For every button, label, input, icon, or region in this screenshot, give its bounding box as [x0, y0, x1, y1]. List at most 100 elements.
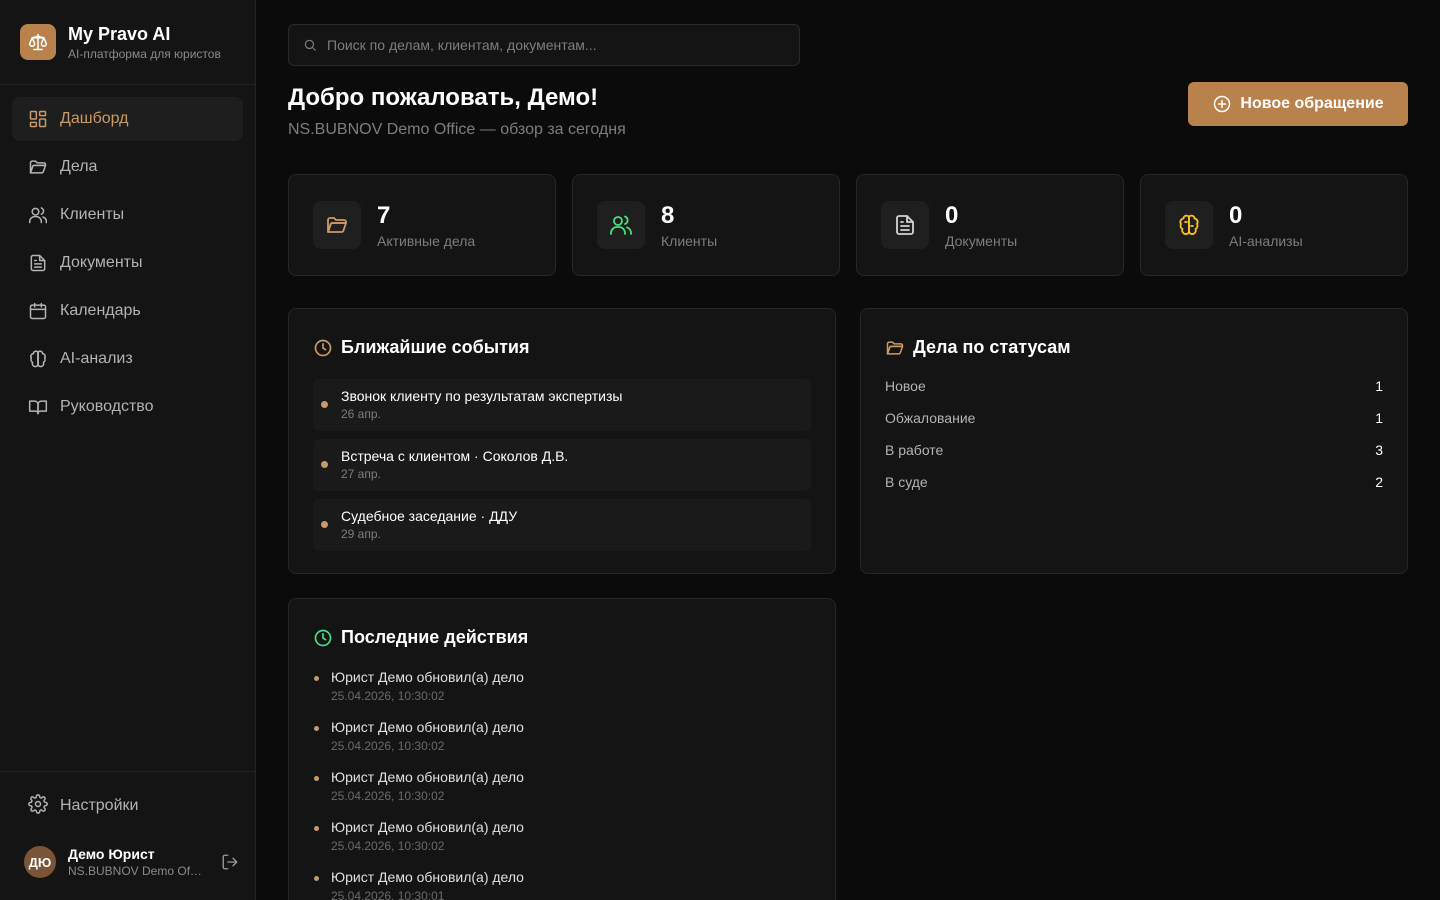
- activity-item[interactable]: Юрист Демо обновил(а) дело 25.04.2026, 1…: [313, 869, 811, 900]
- sidebar-item-cases[interactable]: Дела: [12, 145, 243, 189]
- activity-time: 25.04.2026, 10:30:02: [331, 789, 445, 803]
- event-date: 29 апр.: [341, 527, 381, 541]
- settings-label: Настройки: [60, 797, 139, 814]
- status-row[interactable]: В работе 3: [885, 442, 1383, 462]
- page-title: Добро пожаловать, Демо!: [288, 84, 599, 111]
- event-title: Звонок клиенту по результатам экспертизы: [341, 388, 623, 404]
- users-icon: [597, 201, 645, 249]
- sidebar-divider: [0, 84, 255, 85]
- event-title: Судебное заседание · ДДУ: [341, 508, 518, 524]
- avatar: ДЮ: [24, 846, 56, 878]
- new-request-label: Новое обращение: [1240, 95, 1384, 112]
- card-title: Ближайшие события: [341, 337, 530, 357]
- bullet-dot: [321, 521, 328, 528]
- document-icon: [28, 253, 48, 273]
- upcoming-events-card: Ближайшие события Звонок клиенту по резу…: [288, 308, 836, 574]
- sidebar-item-label: Дашборд: [60, 110, 129, 127]
- stat-card-clients[interactable]: 8 Клиенты: [572, 174, 840, 276]
- document-icon: [881, 201, 929, 249]
- status-count: 1: [1375, 410, 1383, 426]
- sidebar-nav: Дашборд Дела Клиенты Документы Календарь…: [12, 97, 243, 433]
- event-item[interactable]: Звонок клиенту по результатам экспертизы…: [313, 379, 811, 431]
- card-title: Последние действия: [341, 627, 529, 647]
- sidebar: My Pravo AI AI-платформа для юристов Даш…: [0, 0, 256, 900]
- event-item[interactable]: Судебное заседание · ДДУ 29 апр.: [313, 499, 811, 551]
- logout-icon[interactable]: [221, 853, 239, 871]
- bullet-dot: [321, 401, 328, 408]
- status-name: Обжалование: [885, 410, 976, 426]
- activity-title: Юрист Демо обновил(а) дело: [331, 819, 524, 835]
- brand-subtitle: AI-платформа для юристов: [68, 47, 221, 61]
- stat-label: Активные дела: [377, 233, 476, 249]
- brain-icon: [1165, 201, 1213, 249]
- calendar-icon: [28, 301, 48, 321]
- plus-circle-icon: [1212, 94, 1232, 114]
- clock-icon: [313, 338, 333, 358]
- status-row[interactable]: Обжалование 1: [885, 410, 1383, 430]
- folder-icon: [313, 201, 361, 249]
- page-subtitle: NS.BUBNOV Demo Office — обзор за сегодня: [288, 121, 626, 138]
- stat-card-documents[interactable]: 0 Документы: [856, 174, 1124, 276]
- sidebar-item-label: Документы: [60, 254, 143, 271]
- sidebar-item-label: Календарь: [60, 302, 141, 319]
- users-icon: [28, 205, 48, 225]
- sidebar-item-clients[interactable]: Клиенты: [12, 193, 243, 237]
- folder-icon: [28, 157, 48, 177]
- search-bar[interactable]: [288, 24, 800, 66]
- activity-item[interactable]: Юрист Демо обновил(а) дело 25.04.2026, 1…: [313, 669, 811, 709]
- stat-label: AI-анализы: [1229, 233, 1303, 249]
- sidebar-item-ai-analysis[interactable]: AI-анализ: [12, 337, 243, 381]
- sidebar-item-documents[interactable]: Документы: [12, 241, 243, 285]
- activity-time: 25.04.2026, 10:30:02: [331, 689, 445, 703]
- stat-card-active-cases[interactable]: 7 Активные дела: [288, 174, 556, 276]
- status-count: 2: [1375, 474, 1383, 490]
- sidebar-item-label: Дела: [60, 158, 98, 175]
- status-name: В работе: [885, 442, 944, 458]
- bullet-dot: [314, 826, 319, 831]
- activity-time: 25.04.2026, 10:30:02: [331, 739, 445, 753]
- stat-value: 0: [945, 202, 959, 229]
- event-date: 27 апр.: [341, 467, 381, 481]
- status-name: Новое: [885, 378, 926, 394]
- sidebar-item-guide[interactable]: Руководство: [12, 385, 243, 429]
- new-request-button[interactable]: Новое обращение: [1188, 82, 1408, 126]
- cases-by-status-card: Дела по статусам Новое 1 Обжалование 1 В…: [860, 308, 1408, 574]
- bullet-dot: [314, 876, 319, 881]
- event-item[interactable]: Встреча с клиентом · Соколов Д.В. 27 апр…: [313, 439, 811, 491]
- sidebar-item-calendar[interactable]: Календарь: [12, 289, 243, 333]
- recent-activity-card: Последние действия Юрист Демо обновил(а)…: [288, 598, 836, 900]
- brand-title: My Pravo AI: [68, 24, 171, 44]
- status-row[interactable]: В суде 2: [885, 474, 1383, 494]
- clock-icon: [313, 628, 333, 648]
- activity-item[interactable]: Юрист Демо обновил(а) дело 25.04.2026, 1…: [313, 769, 811, 809]
- stat-value: 7: [377, 202, 391, 229]
- activity-time: 25.04.2026, 10:30:01: [331, 889, 445, 900]
- activity-item[interactable]: Юрист Демо обновил(а) дело 25.04.2026, 1…: [313, 819, 811, 859]
- dashboard-icon: [28, 109, 48, 129]
- status-count: 3: [1375, 442, 1383, 458]
- sidebar-item-label: Клиенты: [60, 206, 125, 223]
- bullet-dot: [314, 676, 319, 681]
- gear-icon: [28, 793, 48, 819]
- user-name: Демо Юрист: [68, 846, 155, 862]
- search-input[interactable]: [327, 37, 767, 53]
- user-org: NS.BUBNOV Demo Office: [68, 864, 204, 878]
- activity-item[interactable]: Юрист Демо обновил(а) дело 25.04.2026, 1…: [313, 719, 811, 759]
- status-row[interactable]: Новое 1: [885, 378, 1383, 398]
- user-profile[interactable]: ДЮ Демо Юрист NS.BUBNOV Demo Office: [24, 844, 239, 880]
- scales-icon: [20, 24, 56, 60]
- activity-time: 25.04.2026, 10:30:02: [331, 839, 445, 853]
- sidebar-item-label: Руководство: [60, 398, 154, 415]
- event-date: 26 апр.: [341, 407, 381, 421]
- status-count: 1: [1375, 378, 1383, 394]
- brand[interactable]: My Pravo AI AI-платформа для юристов: [20, 24, 221, 61]
- stat-value: 8: [661, 202, 675, 229]
- status-name: В суде: [885, 474, 928, 490]
- activity-title: Юрист Демо обновил(а) дело: [331, 869, 524, 885]
- sidebar-item-dashboard[interactable]: Дашборд: [12, 97, 243, 141]
- search-icon: [303, 38, 317, 52]
- sidebar-item-settings[interactable]: Настройки: [12, 784, 243, 828]
- stat-card-ai-analyses[interactable]: 0 AI-анализы: [1140, 174, 1408, 276]
- event-title: Встреча с клиентом · Соколов Д.В.: [341, 448, 569, 464]
- bullet-dot: [321, 461, 328, 468]
